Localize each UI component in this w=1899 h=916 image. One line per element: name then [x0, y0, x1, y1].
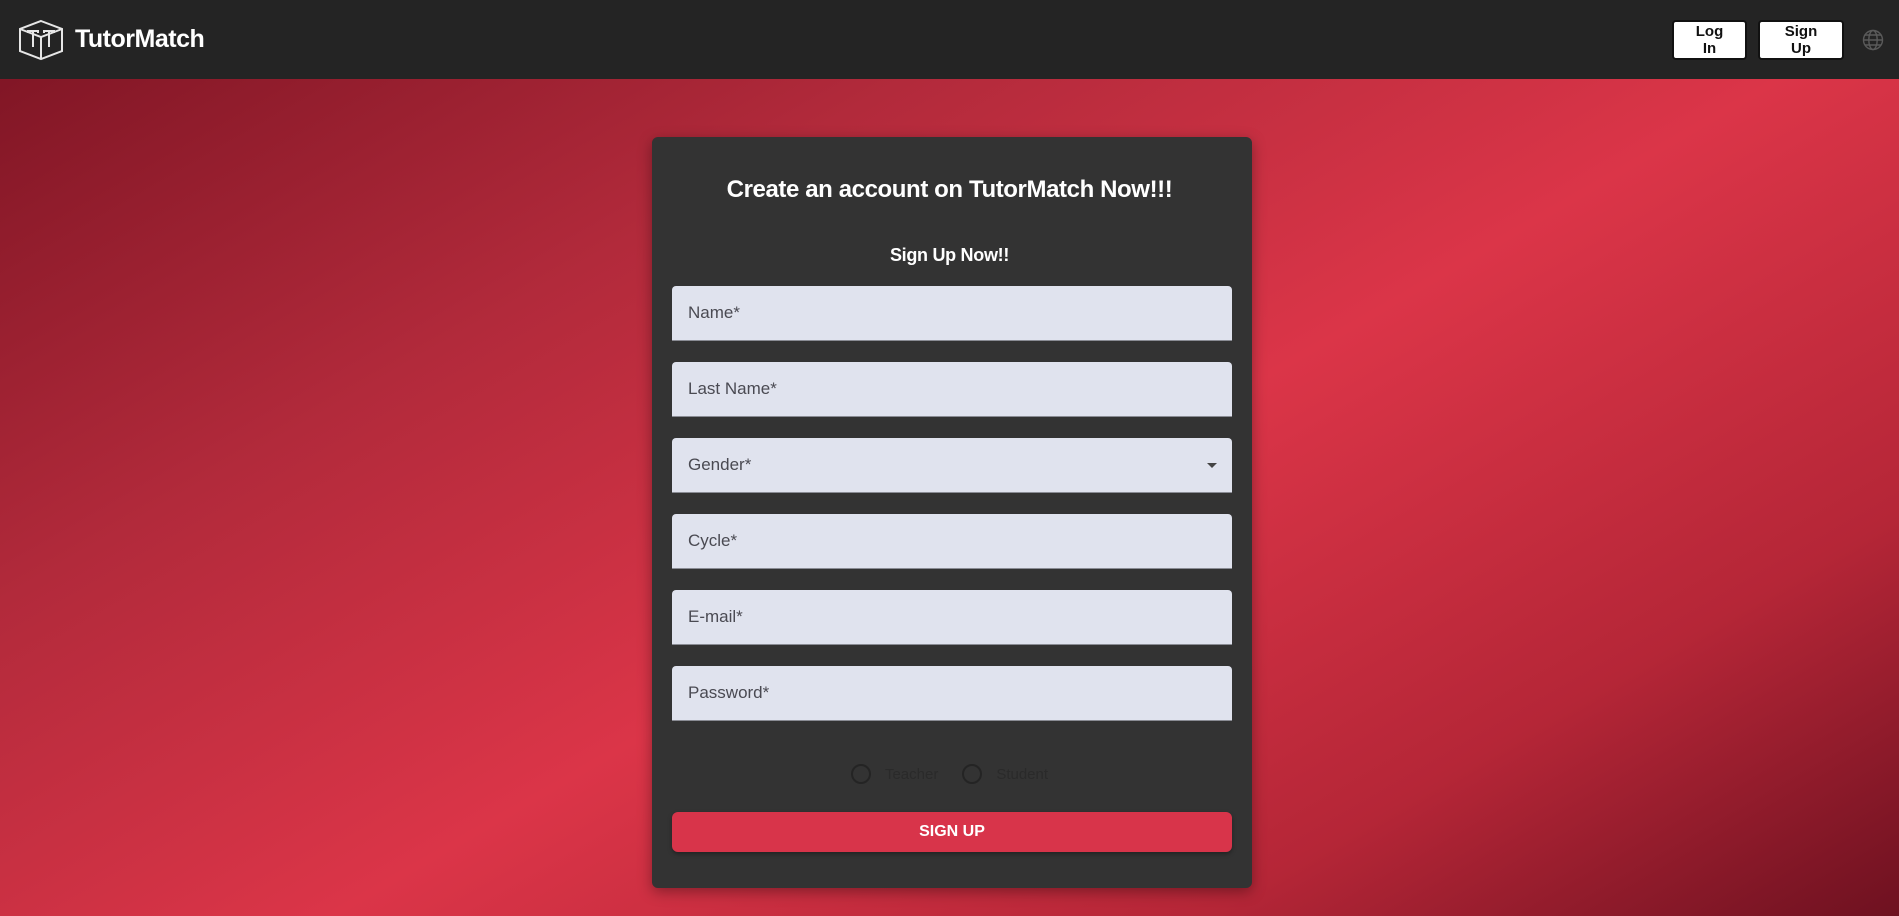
gender-select[interactable]: Gender* — [672, 438, 1232, 493]
globe-icon[interactable] — [1861, 28, 1885, 52]
password-input[interactable] — [672, 666, 1232, 721]
teacher-radio[interactable]: Teacher — [850, 764, 939, 784]
email-input[interactable] — [672, 590, 1232, 645]
cycle-input[interactable] — [672, 514, 1232, 569]
form-subtitle: Sign Up Now!! — [889, 245, 1010, 265]
student-radio[interactable]: Student — [962, 764, 1048, 784]
signup-button[interactable]: Sign Up — [1758, 19, 1844, 60]
header-actions: Log In Sign Up — [1672, 0, 1899, 79]
teacher-radio-label: Teacher — [884, 765, 939, 783]
top-navbar: TutorMatch Log In Sign Up — [0, 0, 1899, 79]
teacher-radio-circle[interactable] — [850, 764, 871, 784]
student-radio-circle[interactable] — [962, 764, 983, 784]
form-title: Create an account on TutorMatch Now!!! — [726, 176, 1173, 203]
gender-select-label: Gender* — [688, 455, 752, 474]
brand[interactable]: TutorMatch — [17, 19, 205, 61]
name-input[interactable] — [672, 286, 1232, 341]
brand-name: TutorMatch — [75, 25, 205, 53]
dropdown-caret-icon — [1207, 463, 1217, 468]
tutormatch-logo-icon — [19, 19, 63, 60]
last-name-input[interactable] — [672, 362, 1232, 417]
signup-submit-button[interactable]: SIGN UP — [672, 812, 1232, 852]
role-radio-group: Teacher Student — [0, 764, 1899, 784]
student-radio-label: Student — [996, 765, 1049, 783]
login-button[interactable]: Log In — [1672, 19, 1747, 60]
